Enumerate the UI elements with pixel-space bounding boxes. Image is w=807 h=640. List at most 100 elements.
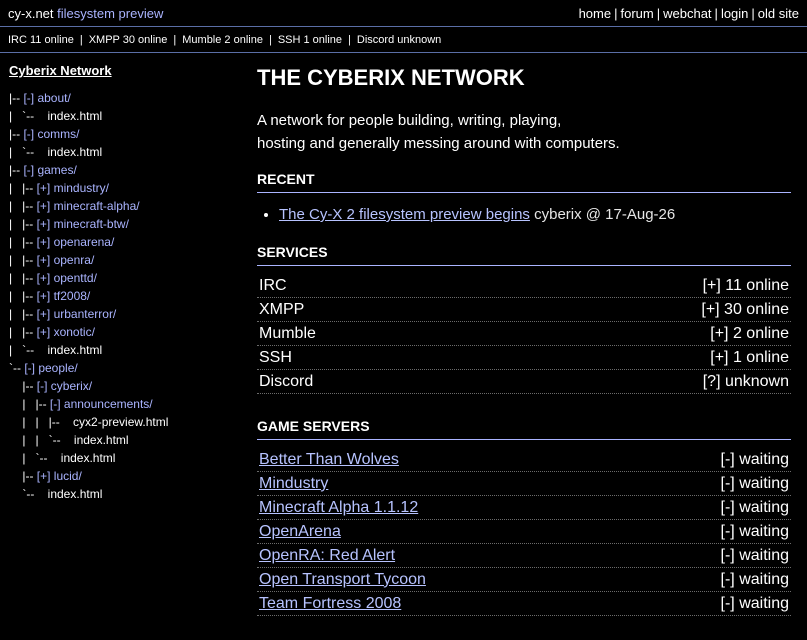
status-xmpp: XMPP 30 online	[88, 33, 168, 46]
service-row: XMPP [+] 30 online	[257, 298, 791, 322]
tree-file-link[interactable]: index.html	[74, 433, 129, 447]
tree-folder-link[interactable]: [-] about/	[23, 91, 70, 105]
tree-branch: | |--	[9, 397, 50, 411]
tree-row: | |-- [+] minecraft-alpha/	[9, 197, 250, 215]
service-name: Mumble	[259, 324, 316, 342]
game-server-link[interactable]: Team Fortress 2008	[259, 595, 401, 612]
tree-branch: | |--	[9, 289, 37, 303]
game-server-row: Open Transport Tycoon [-] waiting	[257, 568, 791, 592]
service-name: SSH	[259, 348, 292, 366]
tree-file-link[interactable]: index.html	[47, 343, 102, 357]
tree-folder-link[interactable]: [+] minecraft-btw/	[37, 217, 129, 231]
tree-branch: | |--	[9, 271, 37, 285]
tree-folder-link[interactable]: [+] openra/	[37, 253, 95, 267]
brand[interactable]: cy-x.net filesystem preview	[8, 6, 163, 21]
file-tree: |-- [-] about/| `-- index.html |-- [-] co…	[9, 89, 250, 503]
tree-branch: | |--	[9, 181, 37, 195]
tree-folder-link[interactable]: [+] lucid/	[37, 469, 82, 483]
game-server-row: Better Than Wolves [-] waiting	[257, 448, 791, 472]
tree-folder-link[interactable]: [-] games/	[23, 163, 76, 177]
tree-file-link[interactable]: index.html	[48, 487, 103, 501]
tree-row: | |-- [+] urbanterror/	[9, 305, 250, 323]
intro-line: A network for people building, writing, …	[257, 112, 562, 129]
nav-webchat-link[interactable]: webchat	[663, 6, 711, 21]
status-discord: Discord unknown	[356, 33, 442, 46]
game-server-link[interactable]: Open Transport Tycoon	[259, 571, 426, 588]
recent-heading: RECENT	[257, 171, 791, 193]
intro-text: A network for people building, writing, …	[257, 109, 791, 155]
tree-folder-link[interactable]: [+] tf2008/	[37, 289, 91, 303]
game-server-status: [-] waiting	[720, 498, 789, 516]
tree-file-link[interactable]: index.html	[47, 109, 102, 123]
recent-item: The Cy-X 2 filesystem preview begins cyb…	[279, 206, 791, 223]
tree-row: |-- [+] lucid/	[9, 467, 250, 485]
tree-branch: | |--	[9, 235, 37, 249]
tree-branch: | |--	[9, 199, 37, 213]
service-status: [+] 2 online	[710, 324, 789, 342]
service-status: [?] unknown	[702, 372, 789, 390]
game-server-row: Mindustry [-] waiting	[257, 472, 791, 496]
tree-branch: | |--	[9, 325, 37, 339]
status-ssh: SSH 1 online	[277, 33, 343, 46]
tree-branch: `--	[9, 361, 25, 375]
status-mumble: Mumble 2 online	[182, 33, 263, 46]
status-irc: IRC 11 online	[8, 33, 74, 46]
tree-folder-link[interactable]: [+] mindustry/	[37, 181, 109, 195]
tree-branch: | `--	[9, 343, 48, 357]
game-server-link[interactable]: OpenArena	[259, 523, 341, 540]
tree-file-link[interactable]: cyx2-preview.html	[73, 415, 168, 429]
tree-row: | |-- [+] openra/	[9, 251, 250, 269]
services-table: IRC [+] 11 online XMPP [+] 30 online Mumble […	[257, 274, 791, 394]
tree-folder-link[interactable]: [-] comms/	[23, 127, 79, 141]
nav-home-link[interactable]: home	[579, 6, 612, 21]
status-separator: |	[268, 33, 272, 46]
tree-folder-link[interactable]: [+] urbanterror/	[37, 307, 117, 321]
tree-folder-link[interactable]: [+] minecraft-alpha/	[37, 199, 140, 213]
game-servers-table: Better Than Wolves [-] waiting Mindustry [-…	[257, 448, 791, 616]
tree-branch: | `--	[9, 451, 61, 465]
tree-row: | |-- [+] tf2008/	[9, 287, 250, 305]
game-server-link[interactable]: Mindustry	[259, 475, 328, 492]
main-content: THE CYBERIX NETWORK A network for people…	[257, 53, 791, 640]
tree-folder-link[interactable]: [+] openarena/	[37, 235, 115, 249]
tree-folder-link[interactable]: [-] cyberix/	[37, 379, 92, 393]
game-server-status: [-] waiting	[720, 474, 789, 492]
game-server-name-cell: Minecraft Alpha 1.1.12	[259, 499, 418, 517]
tree-branch: | |--	[9, 217, 37, 231]
game-server-link[interactable]: Minecraft Alpha 1.1.12	[259, 499, 418, 516]
nav-forum-link[interactable]: forum	[621, 6, 654, 21]
tree-branch: |--	[9, 379, 37, 393]
tree-row: |-- [-] about/	[9, 89, 250, 107]
tree-folder-link[interactable]: [+] xonotic/	[37, 325, 95, 339]
tree-row: | |-- [-] announcements/	[9, 395, 250, 413]
tree-folder-link[interactable]: [+] openttd/	[37, 271, 97, 285]
tree-row: | |-- [+] openttd/	[9, 269, 250, 287]
site-name[interactable]: cy-x.net	[8, 6, 54, 21]
game-server-link[interactable]: OpenRA: Red Alert	[259, 547, 395, 564]
nav-separator: |	[614, 5, 618, 21]
tree-branch: | | `--	[9, 433, 74, 447]
game-servers-heading: GAME SERVERS	[257, 418, 791, 440]
content-wrap: Cyberix Network |-- [-] about/| `-- inde…	[0, 53, 807, 640]
service-row: Discord [?] unknown	[257, 370, 791, 394]
game-server-status: [-] waiting	[720, 594, 789, 612]
nav-separator: |	[656, 5, 661, 21]
nav-old-site-link[interactable]: old site	[758, 6, 799, 21]
nav-login-link[interactable]: login	[721, 6, 748, 21]
tree-row: | `-- index.html	[9, 107, 250, 125]
tree-folder-link[interactable]: [-] announcements/	[50, 397, 153, 411]
tree-branch: |--	[9, 91, 24, 105]
game-server-name-cell: Better Than Wolves	[259, 451, 399, 469]
service-row: IRC [+] 11 online	[257, 274, 791, 298]
tree-folder-link[interactable]: [-] people/	[24, 361, 77, 375]
sidebar-title[interactable]: Cyberix Network	[9, 63, 250, 80]
game-server-link[interactable]: Better Than Wolves	[259, 451, 399, 468]
game-server-name-cell: Open Transport Tycoon	[259, 571, 426, 589]
tree-branch: | |--	[9, 253, 37, 267]
recent-item-link[interactable]: The Cy-X 2 filesystem preview begins	[279, 206, 530, 223]
tree-file-link[interactable]: index.html	[61, 451, 116, 465]
service-name: XMPP	[259, 300, 305, 318]
tree-file-link[interactable]: index.html	[47, 145, 102, 159]
top-bar: cy-x.net filesystem preview home | forum | w…	[0, 0, 807, 27]
nav-separator: |	[751, 5, 755, 21]
